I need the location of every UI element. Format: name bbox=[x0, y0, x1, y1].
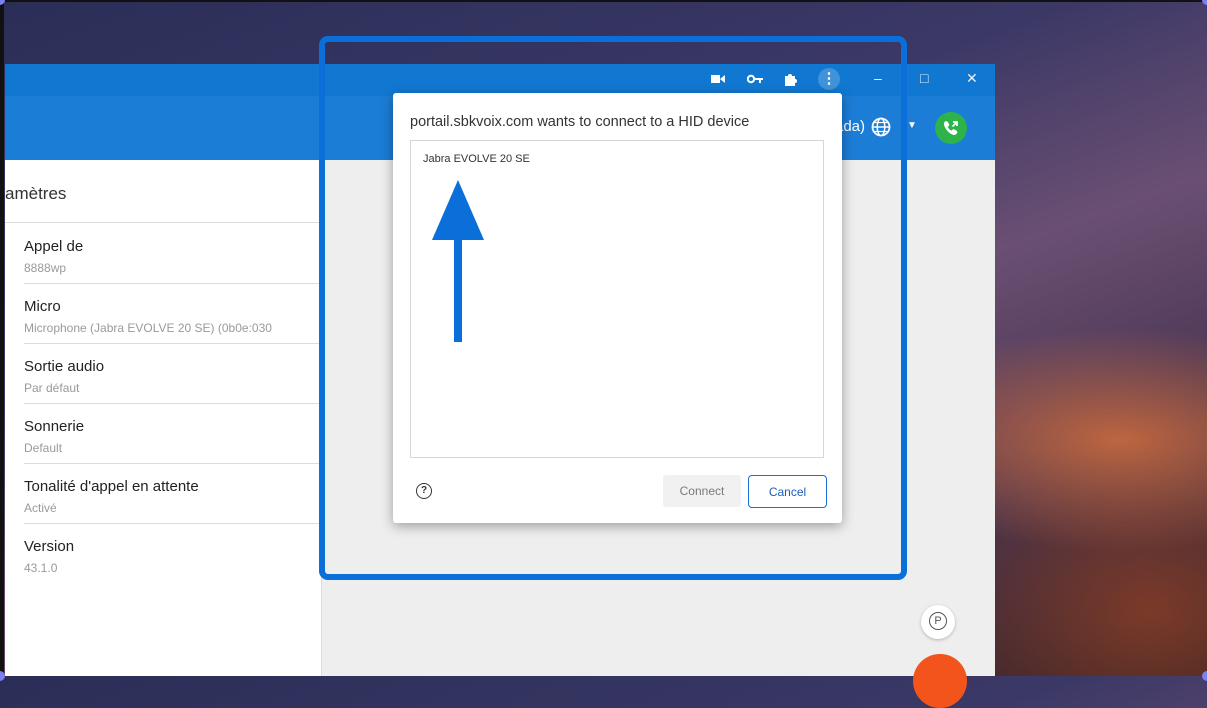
setting-caller-id[interactable]: Appel de 8888wp bbox=[24, 224, 321, 284]
setting-value: Activé bbox=[24, 501, 57, 515]
setting-label: Micro bbox=[24, 298, 61, 315]
setting-microphone[interactable]: Micro Microphone (Jabra EVOLVE 20 SE) (0… bbox=[24, 284, 321, 344]
caret-down-icon[interactable]: ▼ bbox=[907, 120, 917, 131]
park-icon: P bbox=[929, 612, 947, 630]
setting-label: Appel de bbox=[24, 238, 84, 255]
annotation-arrow-icon bbox=[432, 180, 484, 342]
setting-version: Version 43.1.0 bbox=[24, 524, 321, 584]
setting-label: Version bbox=[24, 538, 75, 555]
setting-value: Microphone (Jabra EVOLVE 20 SE) (0b0e:03… bbox=[24, 321, 272, 335]
settings-title: amètres bbox=[5, 184, 67, 203]
park-button[interactable]: P bbox=[921, 605, 955, 639]
setting-ringtone[interactable]: Sonnerie Default bbox=[24, 404, 321, 464]
settings-panel: amètres Appel de 8888wp Micro Microphone… bbox=[5, 160, 322, 676]
divider bbox=[5, 222, 321, 223]
setting-value: Par défaut bbox=[24, 381, 80, 395]
maximize-button[interactable]: □ bbox=[920, 70, 928, 86]
setting-value: 8888wp bbox=[24, 261, 67, 275]
close-button[interactable]: ✕ bbox=[966, 70, 978, 87]
setting-value: 43.1.0 bbox=[24, 561, 58, 575]
phone-call-icon bbox=[943, 121, 958, 135]
setting-audio-output[interactable]: Sortie audio Par défaut bbox=[24, 344, 321, 404]
setting-label: Sortie audio bbox=[24, 358, 105, 375]
setting-label: Sonnerie bbox=[24, 418, 85, 435]
setting-label: Tonalité d'appel en attente bbox=[24, 478, 199, 495]
dial-fab-button[interactable] bbox=[913, 654, 967, 708]
phone-call-button[interactable] bbox=[935, 112, 967, 144]
setting-value: Default bbox=[24, 441, 63, 455]
setting-call-waiting-tone[interactable]: Tonalité d'appel en attente Activé bbox=[24, 464, 321, 524]
annotation-highlight-box bbox=[319, 36, 907, 580]
corner-handle[interactable] bbox=[1202, 671, 1207, 681]
